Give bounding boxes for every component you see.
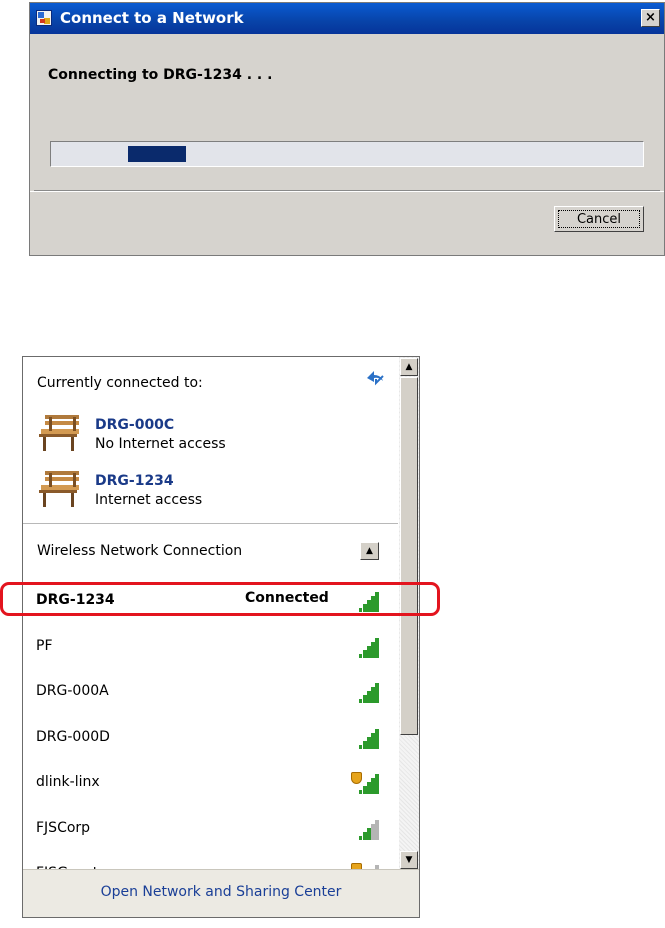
dialog-title: Connect to a Network [60,9,244,27]
connection-name: DRG-000C [95,417,175,433]
connection-status: Internet access [95,492,203,508]
collapse-button[interactable]: ▲ [360,542,379,560]
network-name: FJSCorp [36,820,91,836]
connection-name: DRG-1234 [95,473,174,489]
dialog-body: Connecting to DRG-1234 . . . [34,34,660,191]
current-connection[interactable]: DRG-000C No Internet access [37,413,377,457]
signal-strength-icon [345,727,379,749]
wireless-section-label: Wireless Network Connection [37,543,243,559]
shield-warning-icon [351,772,362,784]
cancel-button[interactable]: Cancel [554,206,644,232]
connecting-status: Connecting to DRG-1234 . . . [48,67,273,83]
currently-connected-label: Currently connected to: [37,375,203,391]
close-button[interactable]: × [641,9,660,27]
network-name: PF [36,638,53,654]
scroll-thumb[interactable] [400,377,418,735]
chevron-up-icon: ▲ [366,546,373,556]
network-item[interactable]: DRG-000D [23,719,398,757]
current-connection[interactable]: DRG-1234 Internet access [37,469,377,513]
scroll-down-button[interactable]: ▼ [400,851,418,869]
dialog-titlebar[interactable]: Connect to a Network × [30,3,664,34]
open-network-center-link[interactable]: Open Network and Sharing Center [23,884,419,900]
progress-fill [128,146,186,162]
signal-strength-icon [345,772,379,794]
network-icon [36,10,52,26]
scroll-up-button[interactable]: ▲ [400,358,418,376]
close-icon: × [645,10,656,25]
signal-strength-icon [345,681,379,703]
network-item[interactable]: DRG-000A [23,673,398,711]
network-flyout: Currently connected to: DRG-000C No Inte… [22,356,420,918]
connection-status: No Internet access [95,436,226,452]
flyout-footer: Open Network and Sharing Center [23,869,419,917]
network-item[interactable]: dlink-linx [23,764,398,802]
progress-bar [50,141,644,167]
network-item[interactable]: PF [23,628,398,666]
network-name: dlink-linx [36,774,100,790]
bench-icon [37,469,81,509]
highlight-box [0,582,440,616]
refresh-icon[interactable] [363,367,387,387]
network-item[interactable]: FJSCorp [23,810,398,848]
signal-strength-icon [345,818,379,840]
connect-dialog: Connect to a Network × Connecting to DRG… [29,2,665,256]
bench-icon [37,413,81,453]
signal-strength-icon [345,636,379,658]
network-name: DRG-000D [36,729,110,745]
dialog-footer: Cancel [30,191,664,255]
divider [23,523,398,524]
network-name: DRG-000A [36,683,109,699]
